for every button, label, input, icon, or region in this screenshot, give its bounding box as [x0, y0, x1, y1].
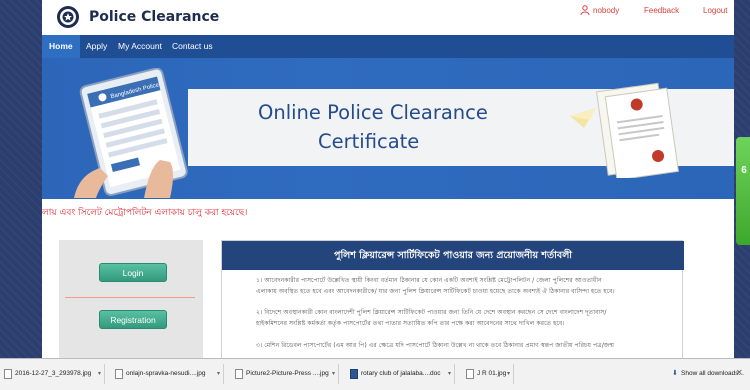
show-all-downloads-link[interactable]: ⬇ Show all downloads... — [672, 364, 744, 384]
image-file-icon — [235, 369, 243, 379]
image-file-icon — [115, 369, 123, 379]
chevron-down-icon[interactable]: ▾ — [448, 364, 451, 384]
browser-download-bar: 2016-12-27_3_293978.jpg ▾ onlajn-spravka… — [0, 358, 750, 390]
download-filename: onlajn-spravka-nesudi....jpg — [126, 370, 206, 377]
word-document-icon — [350, 369, 358, 379]
banner-title-line1: Online Police Clearance — [258, 101, 488, 124]
download-arrow-icon: ⬇ — [672, 370, 678, 377]
auth-panel: Login Registration — [59, 240, 203, 370]
hero-banner: Online Police Clearance Certificate Bang… — [42, 58, 734, 199]
main-nav: Home Apply My Account Contact us — [42, 35, 734, 58]
requirement-2-line1: ২। বিদেশে অবস্থানকারী কোন বাংলাদেশী পুলি… — [256, 309, 607, 316]
download-item[interactable]: onlajn-spravka-nesudi....jpg ▾ — [113, 364, 224, 384]
feedback-link[interactable]: Feedback — [644, 6, 679, 15]
nav-home[interactable]: Home — [42, 35, 80, 58]
tablet-illustration-icon: Bangladesh Police — [74, 68, 188, 198]
image-file-icon — [466, 369, 474, 379]
download-filename: rotary club of jalalaba....doc — [361, 370, 441, 377]
download-filename: 2016-12-27_3_293978.jpg — [15, 370, 92, 377]
police-badge-logo-icon[interactable] — [56, 5, 80, 29]
logout-link[interactable]: Logout — [703, 6, 727, 15]
notice-marquee: লায় এবং সিলেট মেট্রোপলিটন এলাকায় চালু … — [42, 208, 248, 218]
nav-apply[interactable]: Apply — [79, 35, 114, 58]
download-item[interactable]: Picture2-Picture-Press ....jpg ▾ — [233, 364, 339, 384]
nav-contact-us[interactable]: Contact us — [165, 35, 220, 58]
requirements-panel: পুলিশ ক্লিয়ারেন্স সার্টিফিকেট পাওয়ার জ… — [221, 240, 684, 370]
panel-divider — [65, 297, 195, 298]
requirement-1-line1: ১। আবেদনকারীর পাসপোর্টে উল্লেখিত স্থায়ী… — [256, 277, 602, 284]
download-item[interactable]: J R 01.jpg ▾ — [464, 364, 514, 384]
username-link[interactable]: nobody — [593, 6, 619, 15]
download-item[interactable]: rotary club of jalalaba....doc ▾ — [348, 364, 455, 384]
download-filename: J R 01.jpg — [477, 370, 507, 377]
chevron-down-icon[interactable]: ▾ — [217, 364, 220, 384]
requirement-3-line1: ৩। মেশিন রিডেবল পাসপোর্টের (এম আর পি) এর… — [256, 342, 615, 349]
download-item[interactable]: 2016-12-27_3_293978.jpg ▾ — [2, 364, 105, 384]
nav-my-account[interactable]: My Account — [111, 35, 169, 58]
side-feedback-tab[interactable]: 6 — [736, 137, 750, 245]
chevron-down-icon[interactable]: ▾ — [507, 364, 510, 384]
side-tab-label: 6 — [741, 165, 747, 176]
requirements-title: পুলিশ ক্লিয়ারেন্স সার্টিফিকেট পাওয়ার জ… — [222, 241, 684, 270]
login-button[interactable]: Login — [99, 263, 167, 282]
download-filename: Picture2-Picture-Press ....jpg — [246, 370, 329, 377]
requirement-1-line2: এলাকায় অবস্থিত হতে হবে এবং আবেদনকারীকে/… — [256, 288, 615, 295]
user-icon — [580, 5, 590, 15]
certificate-documents-icon — [570, 82, 679, 178]
site-brand[interactable]: Police Clearance — [89, 9, 219, 25]
chevron-down-icon[interactable]: ▾ — [332, 364, 335, 384]
requirement-2-line2: হাইকমিশনের সংশ্লিষ্ট কর্মকর্তা কর্তৃক পা… — [256, 320, 565, 327]
show-all-label: Show all downloads... — [681, 370, 744, 377]
registration-button[interactable]: Registration — [99, 310, 167, 329]
banner-title-line2: Certificate — [318, 130, 420, 153]
chevron-down-icon[interactable]: ▾ — [98, 364, 101, 384]
site-header: Police Clearance nobody Feedback Logout — [42, 0, 734, 34]
page: Police Clearance nobody Feedback Logout … — [42, 0, 734, 390]
image-file-icon — [4, 369, 12, 379]
close-icon[interactable]: ✕ — [736, 368, 743, 377]
